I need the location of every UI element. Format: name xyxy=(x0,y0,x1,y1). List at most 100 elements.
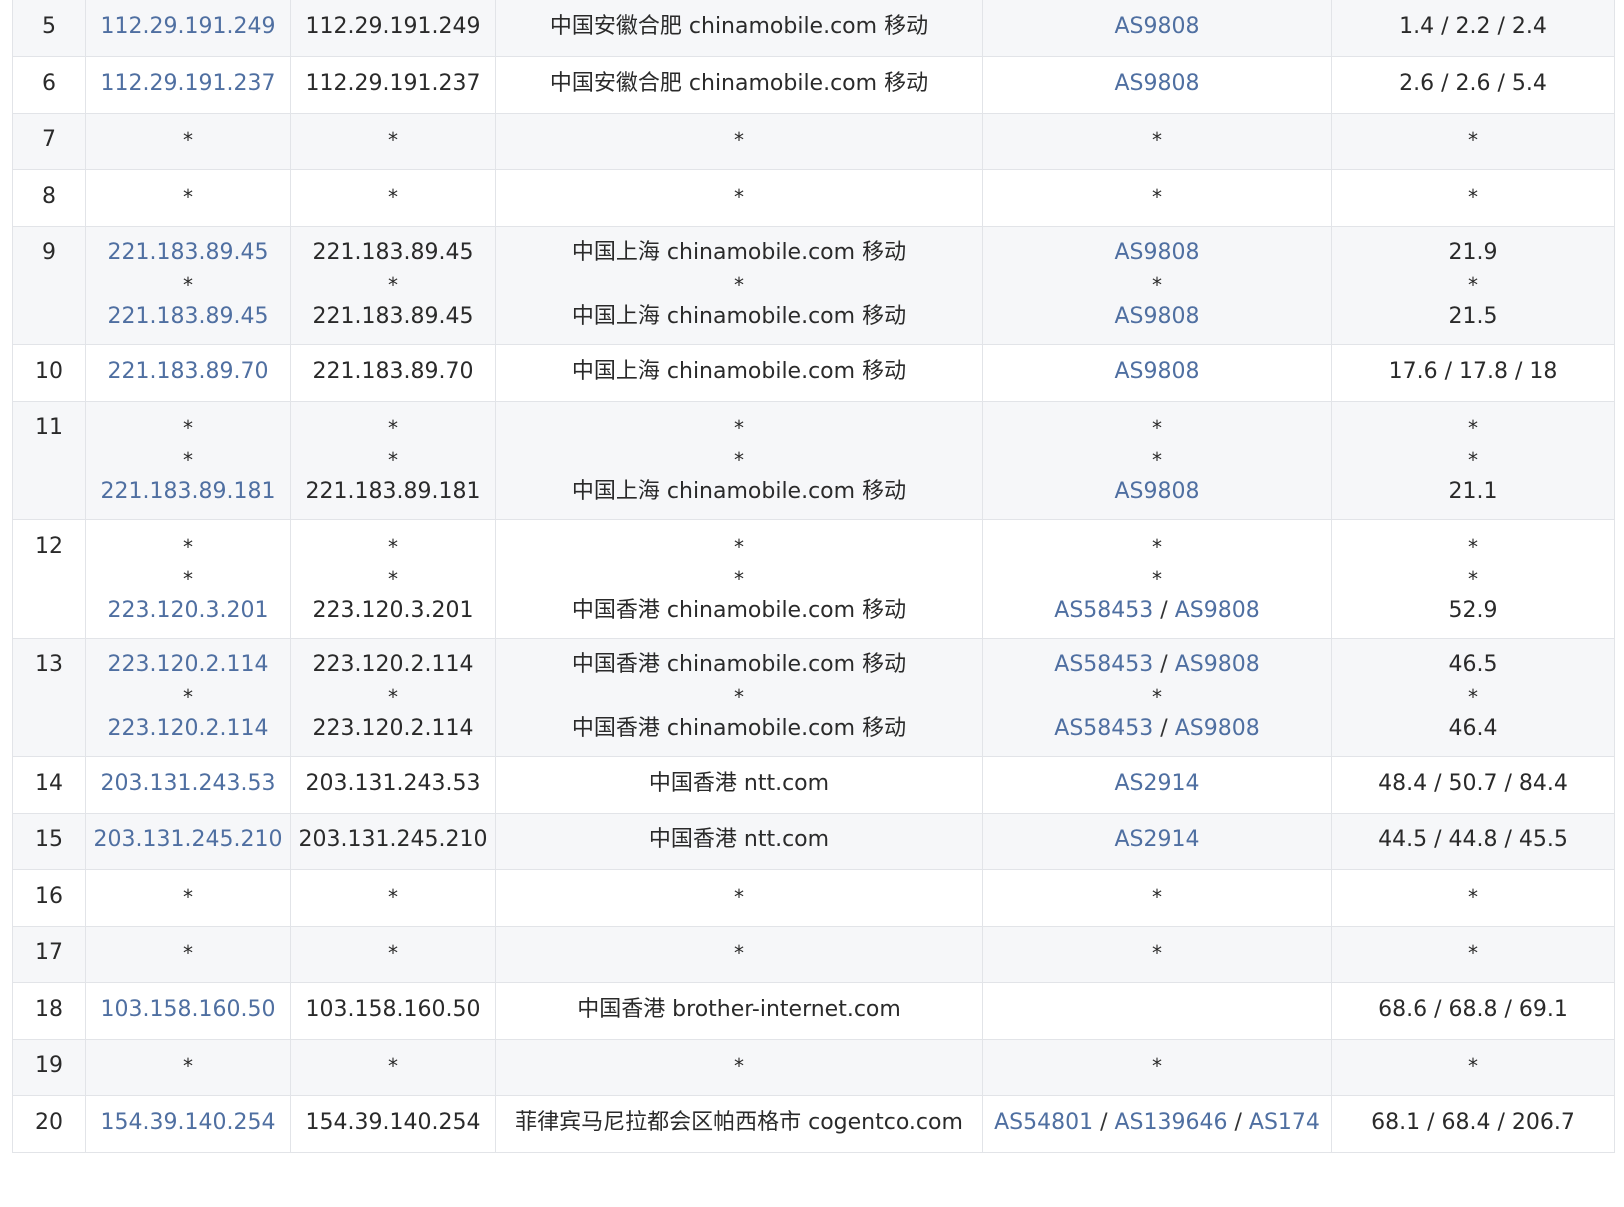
as-link[interactable]: AS9808 xyxy=(1114,72,1199,95)
table-row: 16 * * * * * xyxy=(12,869,1615,927)
loc-cell: * xyxy=(495,113,983,170)
as-link[interactable]: AS9808 xyxy=(1114,242,1199,264)
as-value: * xyxy=(1152,128,1162,152)
loc-line: 中国香港 ntt.com xyxy=(649,825,829,856)
host-value: 221.183.89.181 xyxy=(305,479,481,504)
ip-link[interactable]: 223.120.2.114 xyxy=(108,718,269,740)
ip-link[interactable]: 221.183.89.70 xyxy=(108,360,269,383)
as-link[interactable]: AS9808 xyxy=(1114,481,1199,503)
as-link[interactable]: AS9808 xyxy=(1175,718,1260,740)
ip-link[interactable]: 154.39.140.254 xyxy=(101,1111,276,1134)
host-line: * xyxy=(388,681,398,714)
rtt-cell: 46.5 * 46.4 xyxy=(1331,638,1615,757)
rtt-line: 1.4 / 2.2 / 2.4 xyxy=(1399,11,1547,42)
host-cell: * xyxy=(290,869,496,927)
loc-cell: * xyxy=(495,1039,983,1096)
ip-cell: 203.131.243.53 xyxy=(85,756,291,814)
as-link[interactable]: AS54801 xyxy=(994,1111,1093,1134)
as-wrap: AS2914 xyxy=(983,757,1331,799)
rtt-line: 68.1 / 68.4 / 206.7 xyxy=(1371,1107,1575,1138)
ip-link[interactable]: 221.183.89.181 xyxy=(101,481,276,503)
hop-number: 11 xyxy=(35,415,63,440)
host-line: * xyxy=(388,562,398,595)
hop-cell: 11 xyxy=(12,401,86,520)
loc-wrap: * * 中国上海 chinamobile.com 移动 xyxy=(496,402,982,508)
ip-cell: 221.183.89.70 xyxy=(85,344,291,402)
host-wrap: * xyxy=(291,114,495,156)
rtt-line: * xyxy=(1468,1051,1478,1082)
host-wrap: 221.183.89.70 xyxy=(291,345,495,387)
as-line: AS54801 / AS139646 / AS174 xyxy=(994,1107,1320,1138)
rtt-cell: * xyxy=(1331,1039,1615,1096)
host-cell: * xyxy=(290,1039,496,1096)
ip-wrap: * xyxy=(86,927,290,969)
as-link[interactable]: AS2914 xyxy=(1114,829,1199,851)
ip-link[interactable]: 203.131.245.210 xyxy=(94,829,283,851)
ip-link[interactable]: 223.120.2.114 xyxy=(108,654,269,676)
as-line: * xyxy=(1152,413,1162,444)
as-link[interactable]: AS9808 xyxy=(1175,599,1260,622)
rtt-line: 17.6 / 17.8 / 18 xyxy=(1389,356,1558,387)
as-link[interactable]: AS58453 xyxy=(1054,718,1153,740)
as-wrap: AS2914 xyxy=(983,814,1331,856)
as-link[interactable]: AS9808 xyxy=(1175,654,1260,676)
rtt-cell: 1.4 / 2.2 / 2.4 xyxy=(1331,0,1615,57)
rtt-cell: * * 21.1 xyxy=(1331,401,1615,520)
hop-cell: 20 xyxy=(12,1095,86,1153)
ip-cell: 223.120.2.114 * 223.120.2.114 xyxy=(85,638,291,757)
loc-wrap: 菲律宾马尼拉都会区帕西格市 cogentco.com xyxy=(496,1096,982,1138)
loc-value: 中国上海 chinamobile.com 移动 xyxy=(571,479,907,504)
as-line: * xyxy=(1152,681,1162,714)
host-cell: 112.29.191.237 xyxy=(290,56,496,114)
as-link[interactable]: AS174 xyxy=(1249,1111,1320,1134)
ip-link[interactable]: 223.120.3.201 xyxy=(108,599,269,622)
rtt-value: * xyxy=(1468,448,1478,472)
as-link[interactable]: AS58453 xyxy=(1054,654,1153,676)
as-link[interactable]: AS9808 xyxy=(1114,15,1199,38)
ip-link[interactable]: 112.29.191.237 xyxy=(101,72,276,95)
as-link[interactable]: AS58453 xyxy=(1054,599,1153,622)
rtt-value: * xyxy=(1468,1054,1478,1078)
host-line: 203.131.243.53 xyxy=(306,768,481,799)
rtt-wrap: * * 52.9 xyxy=(1332,520,1614,626)
hop-cell: 13 xyxy=(12,638,86,757)
hop-cell: 6 xyxy=(12,56,86,114)
ip-link[interactable]: 221.183.89.45 xyxy=(108,242,269,264)
rtt-line: * xyxy=(1468,938,1478,969)
as-wrap: AS9808 xyxy=(983,57,1331,99)
as-cell: * xyxy=(982,1039,1332,1096)
rtt-cell: * xyxy=(1331,869,1615,927)
table-row: 7 * * * * * xyxy=(12,113,1615,170)
hop-number: 12 xyxy=(35,533,63,559)
rtt-cell: * * 52.9 xyxy=(1331,519,1615,639)
as-wrap: * xyxy=(983,114,1331,156)
rtt-value: 2.6 / 2.6 / 5.4 xyxy=(1399,70,1547,96)
rtt-wrap: 21.9 * 21.5 xyxy=(1332,227,1614,333)
rtt-wrap: 46.5 * 46.4 xyxy=(1332,639,1614,745)
as-wrap: AS9808 * AS9808 xyxy=(983,227,1331,333)
ip-link[interactable]: 112.29.191.249 xyxy=(101,15,276,38)
ip-value: * xyxy=(183,1054,193,1078)
as-cell: AS2914 xyxy=(982,813,1332,870)
as-link[interactable]: AS9808 xyxy=(1114,360,1199,383)
rtt-wrap: 2.6 / 2.6 / 5.4 xyxy=(1332,57,1614,99)
hop-number: 15 xyxy=(35,827,63,852)
host-line: * xyxy=(388,125,398,156)
loc-value: * xyxy=(734,884,744,909)
host-value: * xyxy=(388,884,398,909)
ip-line: * xyxy=(183,444,193,477)
as-link[interactable]: AS2914 xyxy=(1114,772,1199,795)
ip-link[interactable]: 221.183.89.45 xyxy=(108,306,269,328)
as-cell: AS9808 xyxy=(982,344,1332,402)
ip-wrap: 203.131.243.53 xyxy=(86,757,290,799)
host-cell: 203.131.245.210 xyxy=(290,813,496,870)
ip-link[interactable]: 203.131.243.53 xyxy=(101,772,276,795)
as-link[interactable]: AS9808 xyxy=(1114,306,1199,328)
hop-cell: 19 xyxy=(12,1039,86,1096)
rtt-cell: 44.5 / 44.8 / 45.5 xyxy=(1331,813,1615,870)
ip-link[interactable]: 103.158.160.50 xyxy=(101,998,276,1021)
as-line: * xyxy=(1152,181,1162,212)
ip-line: * xyxy=(183,562,193,595)
loc-line: * xyxy=(734,125,744,156)
as-link[interactable]: AS139646 xyxy=(1114,1111,1227,1134)
